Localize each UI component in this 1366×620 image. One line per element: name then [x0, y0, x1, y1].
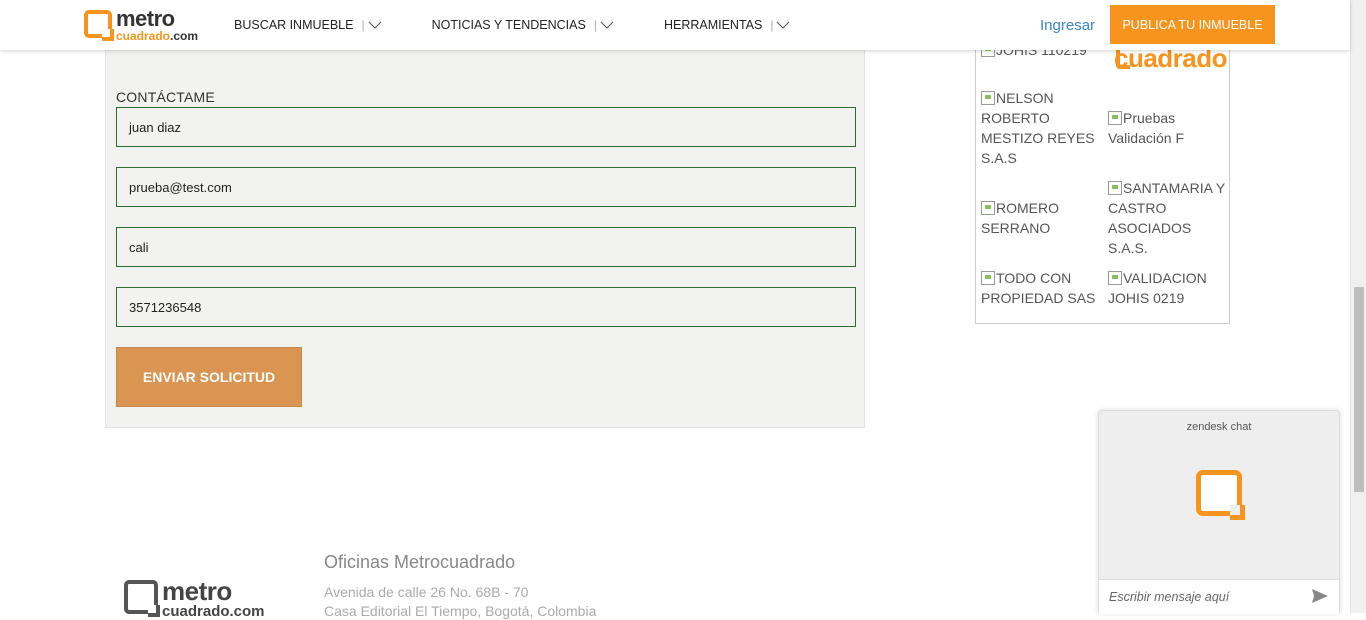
broken-image-icon — [981, 271, 995, 285]
chevron-down-icon — [777, 21, 790, 29]
chat-widget: zendesk chat Escribir mensaje aquí — [1098, 410, 1340, 614]
office-title: Oficinas Metrocuadrado — [324, 552, 516, 572]
office-address: Avenida de calle 26 No. 68B - 70 — [324, 584, 529, 600]
nav-herramientas[interactable]: HERRAMIENTAS | — [664, 18, 791, 32]
footer-logo-top: metro — [162, 576, 232, 606]
chat-title: zendesk chat — [1186, 421, 1252, 433]
nav-noticias-tendencias[interactable]: NOTICIAS Y TENDENCIAS | — [432, 18, 614, 32]
broken-image-icon — [1108, 181, 1122, 195]
agent-link[interactable]: ROMERO SERRANO — [981, 198, 1096, 238]
broken-image-icon — [1108, 111, 1122, 125]
office-location: Casa Editorial El Tiempo, Bogotá, Colomb… — [324, 603, 597, 619]
nav-buscar-inmueble[interactable]: BUSCAR INMUEBLE | — [234, 18, 382, 32]
agent-link[interactable]: SANTAMARIA Y CASTRO ASOCIADOS S.A.S. — [1108, 178, 1226, 258]
login-link[interactable]: Ingresar — [1040, 17, 1095, 34]
main-nav: BUSCAR INMUEBLE | NOTICIAS Y TENDENCIAS … — [234, 0, 840, 50]
name-field[interactable]: juan diaz — [116, 107, 856, 147]
send-request-button[interactable]: ENVIAR SOLICITUD — [116, 347, 302, 407]
city-field[interactable]: cali — [116, 227, 856, 267]
footer-logo-bottom: cuadrado.com — [162, 603, 265, 620]
broken-image-icon — [981, 91, 995, 105]
site-logo[interactable]: metro cuadrado.com — [84, 8, 198, 42]
send-icon[interactable] — [1311, 588, 1329, 604]
agent-link[interactable]: NELSON ROBERTO MESTIZO REYES S.A.S — [981, 88, 1101, 168]
logo-mark-icon — [84, 10, 114, 41]
logo-wordmark-top: metro — [116, 6, 175, 31]
contact-form-panel: CONTÁCTAME juan diaz prueba@test.com cal… — [105, 0, 865, 428]
logo-wordmark-bottom: cuadrado — [116, 29, 171, 43]
phone-field[interactable]: 3571236548 — [116, 287, 856, 327]
agent-link[interactable]: VALIDACION JOHIS 0219 — [1108, 268, 1226, 308]
logo-wordmark-domain: .com — [170, 29, 199, 43]
broken-image-icon — [981, 201, 995, 215]
agent-link[interactable]: TODO CON PROPIEDAD SAS — [981, 268, 1099, 308]
contact-section-label: CONTÁCTAME — [116, 89, 215, 105]
chat-logo-icon — [1196, 470, 1245, 520]
scrollbar-thumb[interactable] — [1354, 287, 1364, 492]
agent-link[interactable]: Pruebas Validación F — [1108, 108, 1226, 148]
logo-mark-icon — [124, 580, 160, 617]
page-scrollbar[interactable] — [1350, 0, 1366, 613]
broken-image-icon — [1108, 271, 1122, 285]
agents-sidebar: JOHIS 110219 cuadrado NELSON ROBERTO MES… — [975, 30, 1230, 324]
chevron-down-icon — [368, 21, 381, 29]
email-field[interactable]: prueba@test.com — [116, 167, 856, 207]
chat-message-input[interactable]: Escribir mensaje aquí — [1099, 579, 1339, 614]
publish-property-button[interactable]: PUBLICA TU INMUEBLE — [1110, 5, 1275, 44]
chevron-down-icon — [600, 21, 614, 29]
site-header: metro cuadrado.com BUSCAR INMUEBLE | NOT… — [0, 0, 1350, 50]
